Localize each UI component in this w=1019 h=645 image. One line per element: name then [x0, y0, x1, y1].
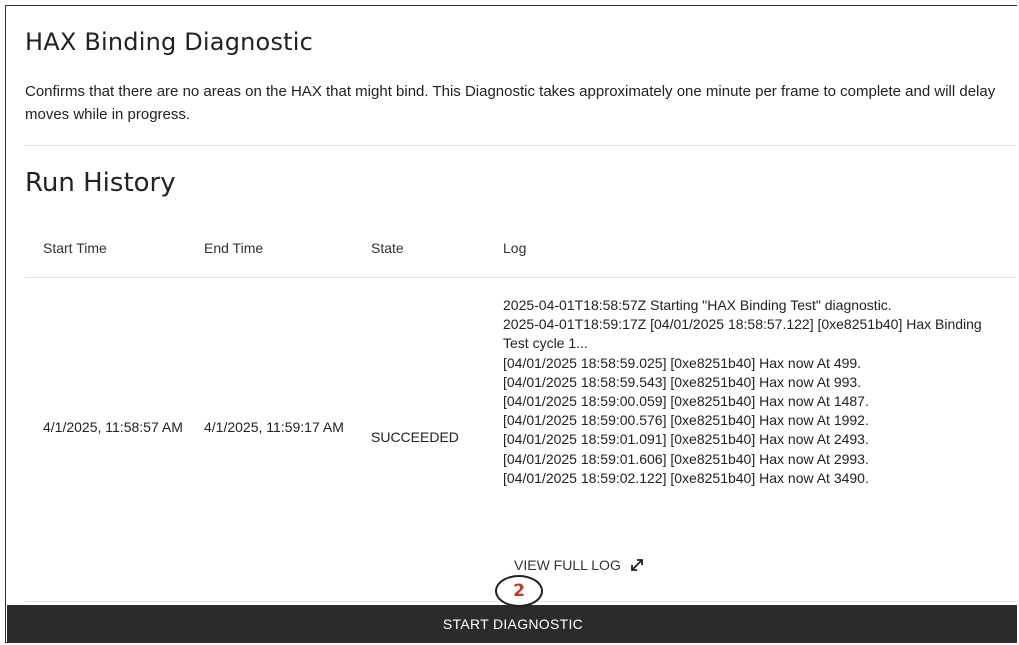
diagnostic-panel: HAX Binding Diagnostic Confirms that the… — [5, 5, 1017, 643]
page-title: HAX Binding Diagnostic — [25, 28, 314, 56]
run-history-title: Run History — [25, 168, 176, 198]
view-full-log-label: VIEW FULL LOG — [514, 557, 621, 573]
log-line: [04/01/2025 18:59:01.606] [0xe8251b40] H… — [503, 450, 869, 467]
step-callout-badge: 2 — [495, 575, 543, 607]
log-line: [04/01/2025 18:59:00.576] [0xe8251b40] H… — [503, 412, 869, 429]
log-line: [04/01/2025 18:59:01.091] [0xe8251b40] H… — [503, 431, 869, 448]
state-cell: SUCCEEDED — [371, 429, 459, 445]
column-header-state: State — [371, 240, 404, 256]
log-line: [04/01/2025 18:58:59.543] [0xe8251b40] H… — [503, 373, 862, 390]
column-header-start-time: Start Time — [43, 240, 107, 256]
column-header-log: Log — [503, 240, 527, 256]
log-line: [04/01/2025 18:59:00.059] [0xe8251b40] H… — [503, 393, 869, 410]
log-line: [04/01/2025 18:58:59.025] [0xe8251b40] H… — [503, 354, 862, 371]
header-row-divider — [25, 277, 1016, 278]
end-time-cell: 4/1/2025, 11:59:17 AM — [204, 419, 344, 435]
start-time-cell: 4/1/2025, 11:58:57 AM — [43, 419, 183, 435]
log-line: 2025-04-01T18:58:57Z Starting "HAX Bindi… — [503, 297, 892, 313]
log-line: [04/01/2025 18:59:02.122] [0xe8251b40] H… — [503, 469, 869, 486]
diagnostic-description: Confirms that there are no areas on the … — [25, 83, 996, 123]
column-header-end-time: End Time — [204, 240, 264, 256]
log-line: 2025-04-01T18:59:17Z [04/01/2025 18:58:5… — [503, 316, 982, 352]
view-full-log-link[interactable]: VIEW FULL LOG — [514, 557, 645, 573]
section-divider — [25, 145, 1016, 146]
log-cell: 2025-04-01T18:58:57Z Starting "HAX Bindi… — [503, 296, 1003, 488]
start-diagnostic-button[interactable]: START DIAGNOSTIC — [7, 605, 1017, 642]
expand-arrows-icon — [629, 557, 645, 573]
